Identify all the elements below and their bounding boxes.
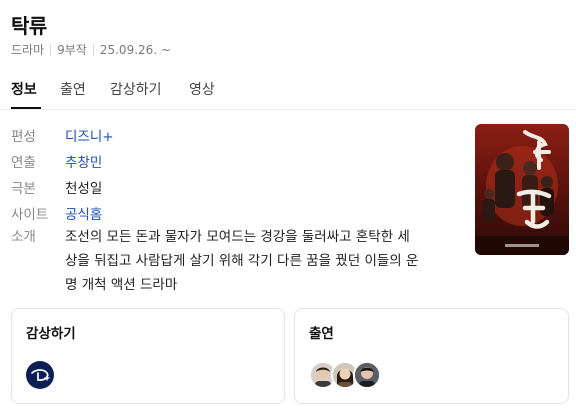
disney-plus-icon[interactable] [26, 361, 54, 389]
writer-label: 극본 [11, 181, 36, 197]
synopsis-line: 조선의 모든 돈과 물자가 모여드는 경강을 둘러싸고 혼탁한 세 [65, 229, 410, 245]
cast-card-title: 출연 [309, 326, 334, 342]
genre-text: 드라마 [11, 43, 45, 57]
avatar[interactable] [353, 361, 381, 389]
tab-bar: 정보 출연 감상하기 영상 [0, 72, 576, 110]
writer-value: 천성일 [65, 181, 103, 197]
info-row-site: 사이트 공식홈 [11, 203, 102, 223]
divider [92, 44, 94, 55]
meta-line: 드라마 9부작 25.09.26. ~ [11, 41, 171, 58]
air-date-text: 25.09.26. ~ [99, 42, 171, 57]
info-row-synopsis: 소개 조선의 모든 돈과 물자가 모여드는 경강을 둘러싸고 혼탁한 세 상을 … [11, 225, 465, 297]
site-label: 사이트 [11, 207, 49, 223]
synopsis-line: 상을 뒤집고 사람답게 살기 위해 각기 다른 꿈을 꿨던 이들의 운 [65, 253, 419, 269]
director-label: 연출 [11, 155, 36, 171]
poster-image[interactable] [475, 124, 569, 255]
channel-link[interactable]: 디즈니+ [65, 125, 114, 145]
synopsis-text: 조선의 모든 돈과 물자가 모여드는 경강을 둘러싸고 혼탁한 세 상을 뒤집고… [65, 225, 465, 297]
episodes-text: 9부작 [57, 43, 87, 57]
cast-avatars [309, 361, 389, 389]
channel-label: 편성 [11, 129, 36, 145]
tab-video[interactable]: 영상 [189, 79, 215, 99]
watch-card-title: 감상하기 [26, 326, 76, 342]
info-row-writer: 극본 천성일 [11, 177, 102, 197]
official-site-link[interactable]: 공식홈 [65, 203, 102, 223]
synopsis-label: 소개 [11, 229, 36, 245]
tab-cast[interactable]: 출연 [60, 79, 86, 99]
watch-card[interactable]: 감상하기 [11, 308, 285, 404]
info-row-channel: 편성 디즈니+ [11, 125, 114, 145]
page-title: 탁류 [11, 14, 47, 38]
synopsis-line: 명 개척 액션 드라마 [65, 277, 178, 293]
active-tab-indicator [11, 107, 41, 109]
divider [50, 44, 52, 55]
info-row-director: 연출 추창민 [11, 151, 102, 171]
tab-watch[interactable]: 감상하기 [110, 79, 162, 99]
tab-info[interactable]: 정보 [11, 79, 37, 99]
cast-card[interactable]: 출연 [294, 308, 569, 404]
director-link[interactable]: 추창민 [65, 151, 102, 171]
